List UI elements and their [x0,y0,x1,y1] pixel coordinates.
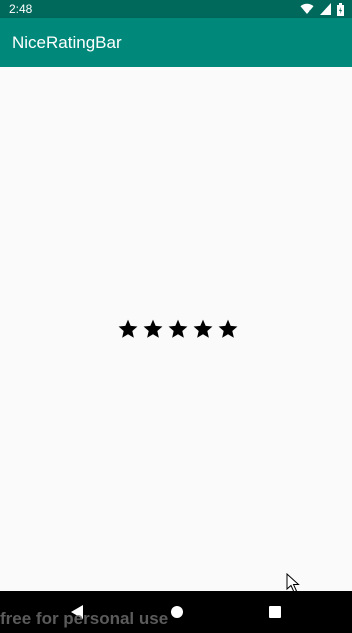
nice-rating-bar[interactable] [117,318,239,340]
recents-button[interactable] [245,591,305,633]
star-icon[interactable] [117,318,139,340]
watermark: free for personal use [0,609,169,628]
star-icon[interactable] [217,318,239,340]
battery-icon [337,2,344,16]
status-bar: 2:48 x [0,0,352,18]
wifi-icon: x [300,3,314,15]
star-icon[interactable] [167,318,189,340]
status-time: 2:48 [9,2,33,16]
status-icons: x [300,2,344,16]
signal-icon [320,3,331,15]
content-area [0,67,352,591]
svg-text:x: x [309,10,312,15]
star-icon[interactable] [142,318,164,340]
star-icon[interactable] [192,318,214,340]
recents-icon [269,606,281,618]
home-icon [171,606,183,618]
app-bar: NiceRatingBar [0,18,352,67]
app-title: NiceRatingBar [12,33,122,52]
